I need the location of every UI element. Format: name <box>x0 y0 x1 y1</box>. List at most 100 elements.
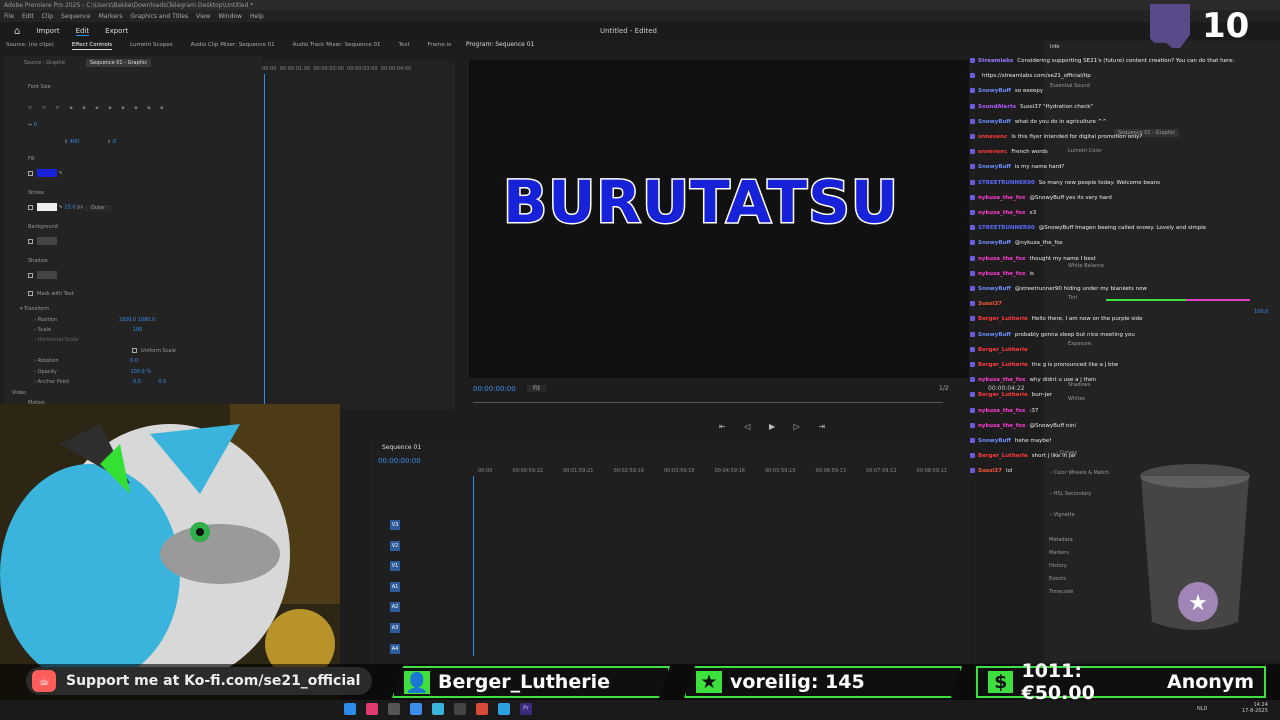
opacity-value[interactable]: 100.0 % <box>130 369 151 375</box>
events-tab[interactable]: Events <box>1049 576 1066 582</box>
position-y[interactable]: 1080.0 <box>138 317 156 323</box>
premiere-icon[interactable]: Pr <box>520 703 532 715</box>
align-buttons[interactable]: ≡ ≡ ≡ ▪ ▪ ▪ ▪ ▪ ▪ ▪ ▪ <box>28 105 168 111</box>
ec-ruler-tick: 00:00 <box>262 66 277 72</box>
tab-text[interactable]: Text <box>398 42 409 50</box>
tab-source[interactable]: Source: (no clips) <box>6 42 54 50</box>
sequence-timecode[interactable]: 00:00:00:00 <box>378 457 421 465</box>
background-checkbox[interactable] <box>28 238 33 244</box>
stream-chat-overlay: Streamlabs Considering supporting SE21's … <box>970 58 1260 474</box>
chat-badge-icon <box>970 422 975 428</box>
chat-username: snnevenc <box>978 134 1008 140</box>
import-tab[interactable]: Import <box>36 27 59 35</box>
fill-swatch[interactable] <box>37 169 57 177</box>
track-a3[interactable]: A3 <box>390 623 430 635</box>
ec-playhead[interactable] <box>264 74 265 404</box>
sequence-tab[interactable]: Sequence 01 <box>382 444 421 451</box>
start-icon[interactable] <box>344 703 356 715</box>
rotation-value[interactable]: 0.0 <box>130 358 138 364</box>
timecode-tab[interactable]: Timecode <box>1049 589 1073 595</box>
tracking-value[interactable]: 0 <box>34 122 37 128</box>
chat-message: SnowyBuff is my name hard? <box>970 164 1064 170</box>
track-v1[interactable]: V1 <box>390 561 430 573</box>
hscale-row: › Horizontal Scale <box>34 337 79 343</box>
track-a2[interactable]: A2 <box>390 602 430 614</box>
position-x[interactable]: 1920.0 <box>119 317 137 323</box>
tab-effect-controls[interactable]: Effect Controls <box>71 42 113 50</box>
svg-text:★: ★ <box>1188 591 1208 616</box>
stroke-width[interactable]: 15.0 <box>64 205 75 211</box>
chat-badge-icon <box>970 453 975 459</box>
vignette-section[interactable]: › Vignette <box>1050 512 1075 518</box>
program-monitor-tab[interactable]: Program: Sequence 01 <box>466 41 534 48</box>
background-swatch[interactable] <box>37 237 57 245</box>
effect-controls-timeline: 00:00 00:00:01:00 00:00:02:00 00:00:03:0… <box>262 60 455 410</box>
tab-lumetri-scopes[interactable]: Lumetri Scopes <box>130 42 173 50</box>
fill-checkbox[interactable] <box>28 170 33 176</box>
export-tab[interactable]: Export <box>105 27 128 35</box>
menu-help[interactable]: Help <box>250 13 264 20</box>
baseline-value[interactable]: 0 <box>113 139 116 145</box>
metadata-tab[interactable]: Metadata <box>1049 537 1073 543</box>
menu-window[interactable]: Window <box>218 13 242 20</box>
timeline-playhead[interactable] <box>473 476 474 656</box>
language-indicator[interactable]: NLD <box>1197 706 1207 712</box>
program-scrubber[interactable] <box>473 402 943 403</box>
info-tab[interactable]: Info <box>1050 44 1059 50</box>
scale-value[interactable]: 100 <box>133 327 143 333</box>
program-timecode[interactable]: 00:00:00:00 <box>473 385 516 393</box>
hsl-section[interactable]: › HSL Secondary <box>1050 491 1091 497</box>
mask-checkbox[interactable] <box>28 291 33 296</box>
app-icon[interactable] <box>366 703 378 715</box>
history-tab[interactable]: History <box>1049 563 1067 569</box>
clock[interactable]: 14:24 17-8-2025 <box>1242 702 1268 714</box>
sequence-subtab[interactable]: Sequence 01 - Graphic <box>86 59 152 67</box>
app-icon[interactable] <box>454 703 466 715</box>
menu-clip[interactable]: Clip <box>42 13 53 20</box>
menu-edit[interactable]: Edit <box>22 13 34 20</box>
track-a1[interactable]: A1 <box>390 582 430 594</box>
eyedropper-icon[interactable]: ✎ <box>59 171 63 177</box>
menu-markers[interactable]: Markers <box>99 13 123 20</box>
stroke-checkbox[interactable] <box>28 204 33 210</box>
transport-buttons[interactable]: ⇤ ◁ ▶ ▷ ⇥ <box>719 422 833 431</box>
tab-audio-clip-mixer[interactable]: Audio Clip Mixer: Sequence 01 <box>191 42 275 50</box>
home-icon[interactable]: ⌂ <box>14 26 20 37</box>
transform-header[interactable]: ▾ Transform <box>20 306 49 312</box>
tab-frameio[interactable]: Frame.io <box>428 42 452 50</box>
track-a4-label: A4 <box>390 644 400 654</box>
track-a4[interactable]: A4 <box>390 644 430 656</box>
edit-tab[interactable]: Edit <box>75 27 90 36</box>
app-icon[interactable] <box>476 703 488 715</box>
tab-audio-track-mixer[interactable]: Audio Track Mixer: Sequence 01 <box>293 42 381 50</box>
source-subtab[interactable]: Source - Graphic <box>24 60 66 66</box>
scale-label: Scale <box>37 327 52 333</box>
menu-file[interactable]: File <box>4 13 14 20</box>
fit-dropdown[interactable]: Fit <box>527 385 547 392</box>
leading-value[interactable]: 400 <box>70 139 80 145</box>
chat-message: SnowyBuff hehe maybe! <box>970 438 1051 444</box>
shadow-swatch[interactable] <box>37 271 57 279</box>
app-icon[interactable] <box>388 703 400 715</box>
shadow-checkbox[interactable] <box>28 272 33 278</box>
track-v2[interactable]: V2 <box>390 541 430 553</box>
app-icon[interactable] <box>432 703 444 715</box>
anchor-x[interactable]: 0.0 <box>133 379 141 385</box>
stroke-swatch[interactable] <box>37 203 57 211</box>
menu-sequence[interactable]: Sequence <box>61 13 91 20</box>
stroke-eyedropper-icon[interactable]: ✎ <box>59 205 63 211</box>
color-wheels-section[interactable]: › Color Wheels & Match <box>1050 470 1109 476</box>
app-icon[interactable] <box>410 703 422 715</box>
markers-tab[interactable]: Markers <box>1049 550 1069 556</box>
menu-view[interactable]: View <box>196 13 210 20</box>
chat-badge-icon <box>970 194 975 200</box>
ruler-tick: 00:06:59:13 <box>815 468 847 474</box>
menu-graphics[interactable]: Graphics and Titles <box>131 13 189 20</box>
stroke-type-dropdown[interactable]: Outer <box>84 204 112 211</box>
app-icon[interactable] <box>498 703 510 715</box>
track-v3[interactable]: V3 <box>390 520 430 532</box>
uniform-checkbox[interactable] <box>132 348 137 353</box>
resolution-dropdown[interactable]: 1/2 <box>939 385 949 392</box>
anchor-y[interactable]: 0.0 <box>158 379 166 385</box>
title-graphic-text[interactable]: BURUTATSU <box>502 167 900 238</box>
